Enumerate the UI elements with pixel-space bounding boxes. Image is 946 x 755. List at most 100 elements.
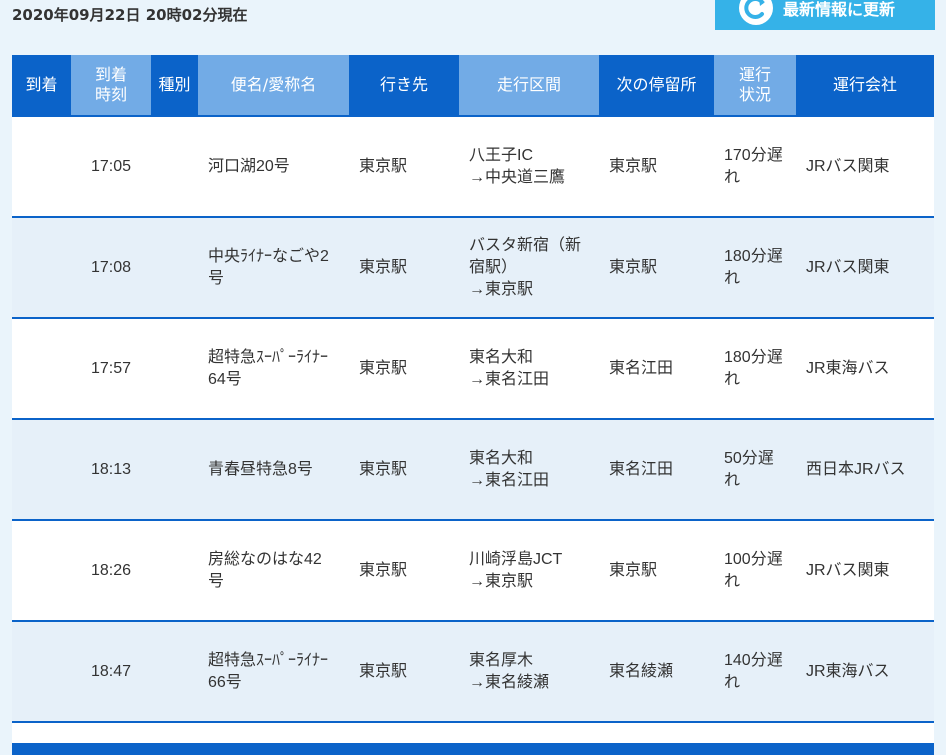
name-cell: 河口湖20号 (198, 116, 349, 218)
name-line: 超特急ｽｰﾊﾟｰﾗｲﾅｰ (208, 651, 329, 669)
arrival-cell (12, 419, 71, 521)
section-line: →東名綾瀬 (469, 673, 550, 691)
status-cell: 170分遅れ (714, 116, 796, 218)
arrival-time-cell: 18:26 (71, 520, 151, 622)
status-line: 170分遅 (724, 146, 783, 164)
status-cell: 140分遅れ (714, 621, 796, 723)
operator-cell: JRバス関東 (796, 116, 934, 218)
name-line: 中央ﾗｲﾅｰなごや2 (208, 247, 329, 265)
refresh-button-label: 最新情報に更新 (783, 0, 896, 19)
section-line: →中央道三鷹 (469, 168, 566, 186)
next-stop-cell: 東京駅 (599, 116, 714, 218)
col-next-stop: 次の停留所 (599, 55, 714, 117)
section-cell: 東名厚木 →東名綾瀬 (459, 621, 599, 723)
operator-cell: JR東海バス (796, 621, 934, 723)
table-row: 18:47 超特急ｽｰﾊﾟｰﾗｲﾅｰ 66号 東京駅 東名厚木 →東名綾瀬 東名綾瀬 140分… (12, 621, 934, 723)
name-cell: 房総なのはな42 号 (198, 520, 349, 622)
next-stop-cell: 東京駅 (599, 217, 714, 319)
next-stop-cell: 東名江田 (599, 419, 714, 521)
col-arrival: 到着 (12, 55, 71, 117)
arrival-time-cell: 17:08 (71, 217, 151, 319)
col-operator: 運行会社 (796, 55, 934, 117)
refresh-icon (739, 0, 773, 25)
section-line: 川崎浮島JCT (469, 550, 563, 568)
arrival-time-cell: 18:47 (71, 621, 151, 723)
status-line: れ (724, 370, 741, 388)
section-line: バスタ新宿（新 (469, 236, 582, 254)
name-cell: 超特急ｽｰﾊﾟｰﾗｲﾅｰ 64号 (198, 318, 349, 420)
arrival-cell (12, 217, 71, 319)
name-line: 河口湖20号 (208, 157, 290, 175)
arrival-time-cell: 17:57 (71, 318, 151, 420)
name-cell: 超特急ｽｰﾊﾟｰﾗｲﾅｰ 66号 (198, 621, 349, 723)
name-line: 房総なのはな42 (208, 550, 322, 568)
section-line: →東京駅 (469, 280, 534, 298)
status-line: 180分遅 (724, 247, 783, 265)
section-line: 東名大和 (469, 449, 534, 467)
type-cell (151, 217, 198, 319)
col-type: 種別 (151, 55, 198, 117)
table-header: 到着 到着 時刻 種別 便名/愛称名 行き先 走行区間 次の停留所 運行 状況 … (12, 55, 934, 117)
section-cell: 川崎浮島JCT →東京駅 (459, 520, 599, 622)
col-arrival-time-line2: 時刻 (94, 85, 127, 104)
col-status-line1: 運行 (738, 65, 771, 84)
section-cell: 東名大和 →東名江田 (459, 419, 599, 521)
destination-cell: 東京駅 (349, 217, 459, 319)
type-cell (151, 520, 198, 622)
section-line: 東名大和 (469, 348, 534, 366)
section-line: 宿駅） (469, 258, 518, 276)
name-line: 64号 (208, 370, 242, 388)
status-cell: 100分遅れ (714, 520, 796, 622)
status-line: 180分遅 (724, 348, 783, 366)
destination-cell: 東京駅 (349, 318, 459, 420)
section-line: →東京駅 (469, 572, 534, 590)
empty-cell (796, 722, 934, 745)
empty-cell (459, 722, 599, 745)
name-line: 青春昼特急8号 (208, 460, 313, 478)
status-line: 50分遅 (724, 449, 774, 467)
next-stop-cell: 東京駅 (599, 520, 714, 622)
operator-cell: JR東海バス (796, 318, 934, 420)
empty-cell (599, 722, 714, 745)
col-arrival-time-line1: 到着 (94, 65, 127, 84)
section-cell: バスタ新宿（新 宿駅） →東京駅 (459, 217, 599, 319)
name-cell: 青春昼特急8号 (198, 419, 349, 521)
section-line: →東名江田 (469, 471, 550, 489)
arrival-cell (12, 621, 71, 723)
destination-cell: 東京駅 (349, 116, 459, 218)
col-destination: 行き先 (349, 55, 459, 117)
section-cell: 八王子IC →中央道三鷹 (459, 116, 599, 218)
refresh-button[interactable]: 最新情報に更新 (715, 0, 935, 30)
status-line: 140分遅 (724, 651, 783, 669)
status-cell: 180分遅れ (714, 217, 796, 319)
section-line: 八王子IC (469, 146, 534, 164)
empty-cell (349, 722, 459, 745)
table-row: 17:08 中央ﾗｲﾅｰなごや2 号東京駅 バスタ新宿（新 宿駅） →東京駅 東京駅 180分… (12, 217, 934, 319)
operator-cell: JRバス関東 (796, 217, 934, 319)
status-line: れ (724, 572, 741, 590)
status-line: 100分遅 (724, 550, 783, 568)
table-row: 17:05 河口湖20号 東京駅 八王子IC →中央道三鷹 東京駅 170分遅れ JRバス関東 (12, 116, 934, 218)
table-row: 18:26 房総なのはな42 号東京駅 川崎浮島JCT →東京駅 東京駅 100分遅れ JRバ… (12, 520, 934, 622)
status-line: れ (724, 673, 741, 691)
name-line: 超特急ｽｰﾊﾟｰﾗｲﾅｰ (208, 348, 329, 366)
name-line: 号 (208, 269, 225, 287)
type-cell (151, 621, 198, 723)
destination-cell: 東京駅 (349, 621, 459, 723)
table-row (12, 722, 934, 745)
table-row: 17:57 超特急ｽｰﾊﾟｰﾗｲﾅｰ 64号 東京駅 東名大和 →東名江田 東名江田 180分… (12, 318, 934, 420)
empty-cell (198, 722, 349, 745)
empty-cell (12, 722, 71, 745)
status-cell: 50分遅れ (714, 419, 796, 521)
name-line: 66号 (208, 673, 242, 691)
destination-cell: 東京駅 (349, 419, 459, 521)
empty-cell (71, 722, 151, 745)
operator-cell: 西日本JRバス (796, 419, 934, 521)
destination-cell: 東京駅 (349, 520, 459, 622)
next-stop-cell: 東名綾瀬 (599, 621, 714, 723)
section-line: 東名厚木 (469, 651, 534, 669)
operator-cell: JRバス関東 (796, 520, 934, 622)
timestamp: 2020年09月22日 20時02分現在 (12, 6, 248, 24)
type-cell (151, 116, 198, 218)
bus-status-table: 到着 到着 時刻 種別 便名/愛称名 行き先 走行区間 次の停留所 運行 状況 … (12, 55, 934, 755)
